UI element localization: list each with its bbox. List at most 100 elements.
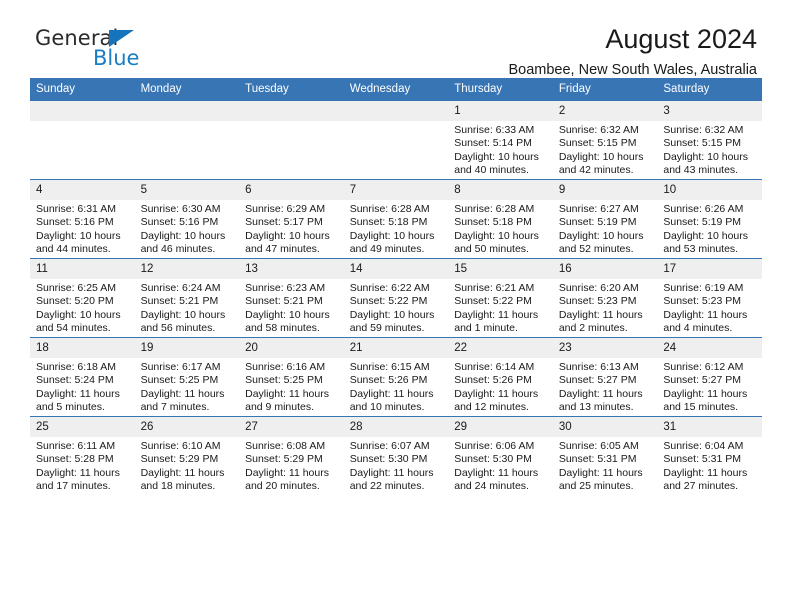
- weekday-header-friday: Friday: [552, 78, 658, 101]
- sunrise-text: Sunrise: 6:28 AM: [454, 203, 535, 215]
- daylight-text-line2: and 2 minutes.: [558, 321, 628, 334]
- day-details: Sunrise: 6:05 AM Sunset: 5:31 PM Daylight:…: [553, 437, 658, 493]
- day-number: 5: [134, 180, 240, 200]
- calendar-day-cell[interactable]: 10 Sunrise: 6:26 AM Sunset: 5:19 PM Dayligh…: [657, 179, 762, 259]
- sunset-text: Sunset: 5:30 PM: [454, 453, 532, 466]
- day-details: Sunrise: 6:15 AM Sunset: 5:26 PM Daylight:…: [344, 358, 449, 414]
- daylight-text-line1: Daylight: 10 hours: [558, 229, 644, 242]
- sunrise-text: Sunrise: 6:32 AM: [558, 124, 639, 136]
- day-details: Sunrise: 6:04 AM Sunset: 5:31 PM Daylight:…: [657, 437, 762, 493]
- weekday-header-monday: Monday: [134, 78, 240, 101]
- calendar-day-cell[interactable]: 29 Sunrise: 6:06 AM Sunset: 5:30 PM Dayligh…: [448, 416, 553, 495]
- daylight-text-line2: and 58 minutes.: [245, 321, 320, 334]
- calendar-day-cell[interactable]: 17 Sunrise: 6:19 AM Sunset: 5:23 PM Dayligh…: [657, 258, 762, 338]
- daylight-text-line2: and 12 minutes.: [454, 400, 529, 413]
- day-details: Sunrise: 6:26 AM Sunset: 5:19 PM Daylight:…: [657, 200, 762, 256]
- calendar-day-cell[interactable]: 24 Sunrise: 6:12 AM Sunset: 5:27 PM Dayligh…: [657, 337, 762, 417]
- day-details: Sunrise: 6:07 AM Sunset: 5:30 PM Daylight:…: [344, 437, 449, 493]
- day-number: 10: [657, 180, 762, 200]
- calendar-day-cell[interactable]: 23 Sunrise: 6:13 AM Sunset: 5:27 PM Dayligh…: [552, 337, 658, 417]
- calendar-day-cell[interactable]: 26 Sunrise: 6:10 AM Sunset: 5:29 PM Dayligh…: [134, 416, 240, 495]
- calendar-day-cell[interactable]: 2 Sunrise: 6:32 AM Sunset: 5:15 PM Daylight…: [552, 101, 658, 180]
- day-number: [343, 101, 449, 121]
- calendar-day-cell[interactable]: 8 Sunrise: 6:28 AM Sunset: 5:18 PM Daylight…: [448, 179, 553, 259]
- calendar-day-cell[interactable]: 7 Sunrise: 6:28 AM Sunset: 5:18 PM Daylight…: [343, 179, 449, 259]
- sunrise-text: Sunrise: 6:22 AM: [349, 282, 430, 294]
- calendar-day-cell[interactable]: 18 Sunrise: 6:18 AM Sunset: 5:24 PM Dayligh…: [30, 337, 135, 417]
- daylight-text-line2: and 40 minutes.: [454, 163, 529, 176]
- day-number: 8: [448, 180, 553, 200]
- sunrise-text: Sunrise: 6:32 AM: [663, 124, 744, 136]
- calendar-day-cell[interactable]: 9 Sunrise: 6:27 AM Sunset: 5:19 PM Daylight…: [552, 179, 658, 259]
- day-details: Sunrise: 6:29 AM Sunset: 5:17 PM Daylight:…: [239, 200, 344, 256]
- calendar-day-cell-empty: [239, 101, 344, 180]
- sunrise-text: Sunrise: 6:33 AM: [454, 124, 535, 136]
- sunrise-text: Sunrise: 6:10 AM: [140, 440, 221, 452]
- day-number: 7: [343, 180, 449, 200]
- sunset-text: Sunset: 5:14 PM: [454, 137, 532, 150]
- calendar-day-cell-empty: [343, 101, 449, 180]
- sunset-text: Sunset: 5:15 PM: [663, 137, 742, 150]
- calendar-day-cell[interactable]: 21 Sunrise: 6:15 AM Sunset: 5:26 PM Dayligh…: [343, 337, 449, 417]
- calendar-day-cell[interactable]: 31 Sunrise: 6:04 AM Sunset: 5:31 PM Dayligh…: [657, 416, 762, 495]
- daylight-text-line1: Daylight: 11 hours: [245, 387, 329, 400]
- day-details: Sunrise: 6:17 AM Sunset: 5:25 PM Daylight:…: [135, 358, 240, 414]
- daylight-text-line2: and 47 minutes.: [245, 242, 320, 255]
- day-details: Sunrise: 6:23 AM Sunset: 5:21 PM Daylight:…: [239, 279, 344, 335]
- calendar-page: General Blue August 2024 Boambee, New So…: [0, 0, 792, 612]
- calendar-day-cell[interactable]: 27 Sunrise: 6:08 AM Sunset: 5:29 PM Dayligh…: [239, 416, 344, 495]
- sunset-text: Sunset: 5:27 PM: [663, 374, 742, 387]
- day-number: 13: [239, 259, 344, 279]
- calendar-day-cell[interactable]: 25 Sunrise: 6:11 AM Sunset: 5:28 PM Dayligh…: [30, 416, 135, 495]
- sunrise-text: Sunrise: 6:26 AM: [663, 203, 744, 215]
- daylight-text-line1: Daylight: 10 hours: [454, 229, 539, 242]
- day-number: 29: [448, 417, 553, 437]
- calendar-day-cell[interactable]: 14 Sunrise: 6:22 AM Sunset: 5:22 PM Dayligh…: [343, 258, 449, 338]
- day-details: Sunrise: 6:32 AM Sunset: 5:15 PM Daylight:…: [553, 121, 658, 177]
- calendar-day-cell[interactable]: 30 Sunrise: 6:05 AM Sunset: 5:31 PM Dayligh…: [552, 416, 658, 495]
- calendar-day-cell[interactable]: 13 Sunrise: 6:23 AM Sunset: 5:21 PM Dayligh…: [239, 258, 344, 338]
- calendar-day-cell[interactable]: 15 Sunrise: 6:21 AM Sunset: 5:22 PM Dayligh…: [448, 258, 553, 338]
- day-number: 11: [30, 259, 135, 279]
- sunset-text: Sunset: 5:26 PM: [349, 374, 428, 387]
- sunset-text: Sunset: 5:21 PM: [245, 295, 323, 308]
- day-number: 2: [552, 101, 658, 121]
- sunset-text: Sunset: 5:21 PM: [140, 295, 219, 308]
- sunrise-text: Sunrise: 6:27 AM: [558, 203, 639, 215]
- day-details: Sunrise: 6:24 AM Sunset: 5:21 PM Daylight:…: [135, 279, 240, 335]
- weekday-header-tuesday: Tuesday: [239, 78, 344, 101]
- daylight-text-line1: Daylight: 11 hours: [349, 466, 434, 479]
- calendar-week-row: 18 Sunrise: 6:18 AM Sunset: 5:24 PM Dayligh…: [30, 337, 762, 417]
- calendar-day-cell[interactable]: 22 Sunrise: 6:14 AM Sunset: 5:26 PM Dayligh…: [448, 337, 553, 417]
- day-details: Sunrise: 6:22 AM Sunset: 5:22 PM Daylight:…: [344, 279, 449, 335]
- calendar-week-row: 25 Sunrise: 6:11 AM Sunset: 5:28 PM Dayligh…: [30, 416, 762, 495]
- day-details: Sunrise: 6:18 AM Sunset: 5:24 PM Daylight:…: [30, 358, 135, 414]
- daylight-text-line1: Daylight: 10 hours: [349, 308, 435, 321]
- sunset-text: Sunset: 5:25 PM: [140, 374, 219, 387]
- sunset-text: Sunset: 5:29 PM: [140, 453, 219, 466]
- day-number: 26: [134, 417, 240, 437]
- daylight-text-line1: Daylight: 10 hours: [140, 229, 226, 242]
- calendar-day-cell[interactable]: 3 Sunrise: 6:32 AM Sunset: 5:15 PM Daylight…: [657, 101, 762, 180]
- calendar-day-cell[interactable]: 28 Sunrise: 6:07 AM Sunset: 5:30 PM Dayligh…: [343, 416, 449, 495]
- calendar-day-cell[interactable]: 12 Sunrise: 6:24 AM Sunset: 5:21 PM Dayligh…: [134, 258, 240, 338]
- daylight-text-line1: Daylight: 10 hours: [349, 229, 435, 242]
- sunset-text: Sunset: 5:24 PM: [36, 374, 114, 387]
- calendar-day-cell[interactable]: 19 Sunrise: 6:17 AM Sunset: 5:25 PM Dayligh…: [134, 337, 240, 417]
- calendar-day-cell[interactable]: 20 Sunrise: 6:16 AM Sunset: 5:25 PM Dayligh…: [239, 337, 344, 417]
- title-block: August 2024 Boambee, New South Wales, Au…: [508, 22, 757, 80]
- sunrise-text: Sunrise: 6:06 AM: [454, 440, 535, 452]
- calendar-day-cell[interactable]: 11 Sunrise: 6:25 AM Sunset: 5:20 PM Dayligh…: [30, 258, 135, 338]
- daylight-text-line2: and 27 minutes.: [663, 479, 739, 492]
- daylight-text-line1: Daylight: 11 hours: [663, 387, 748, 400]
- calendar-day-cell[interactable]: 6 Sunrise: 6:29 AM Sunset: 5:17 PM Daylight…: [239, 179, 344, 259]
- sunset-text: Sunset: 5:20 PM: [36, 295, 114, 308]
- general-blue-logo[interactable]: General Blue: [35, 26, 255, 74]
- day-number: 30: [552, 417, 658, 437]
- day-details: Sunrise: 6:21 AM Sunset: 5:22 PM Daylight:…: [448, 279, 553, 335]
- day-number: 27: [239, 417, 344, 437]
- calendar-day-cell[interactable]: 1 Sunrise: 6:33 AM Sunset: 5:14 PM Daylight…: [448, 101, 553, 180]
- calendar-day-cell[interactable]: 16 Sunrise: 6:20 AM Sunset: 5:23 PM Dayligh…: [552, 258, 658, 338]
- calendar-day-cell[interactable]: 4 Sunrise: 6:31 AM Sunset: 5:16 PM Daylight…: [30, 179, 135, 259]
- calendar-day-cell[interactable]: 5 Sunrise: 6:30 AM Sunset: 5:16 PM Daylight…: [134, 179, 240, 259]
